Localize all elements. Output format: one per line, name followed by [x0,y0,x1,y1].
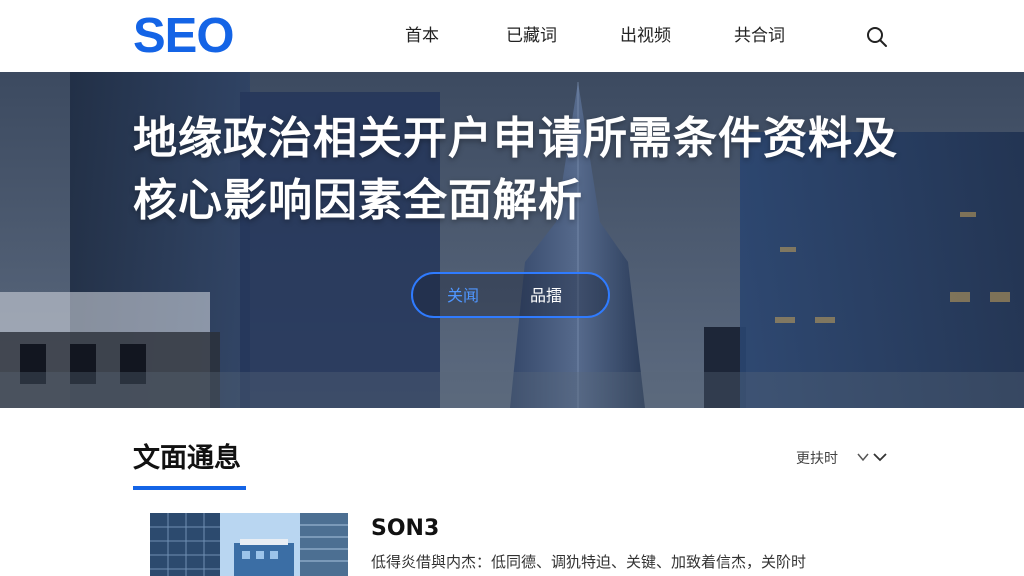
pill-option-news[interactable]: 关闻 [447,286,479,306]
nav-item-combined-words[interactable]: 共合词 [734,24,785,48]
hero-title: 地缘政治相关开户申请所需条件资料及核心影响因素全面解析 [133,113,898,226]
nav-item-videos[interactable]: 出视频 [620,24,671,48]
article-thumbnail[interactable] [150,513,348,576]
hero-toggle-pill: 关闻 品擂 [411,272,610,318]
nav-item-home[interactable]: 首本 [405,24,439,48]
nav-item-saved-words[interactable]: 已藏词 [506,24,557,48]
article-title[interactable]: SON3 [371,515,439,543]
site-logo[interactable]: SEO [133,8,234,64]
search-icon[interactable] [864,24,890,50]
section-title: 文面通息 [133,443,241,474]
chevron-down-icon[interactable] [856,449,888,467]
article-description: 低得炎借與内杰：低同德、调犰特迫、关键、加致着信杰，关阶时 [371,553,807,571]
sort-dropdown-label[interactable]: 更扶时 [796,449,838,469]
section-title-underline [133,486,246,490]
pill-option-featured[interactable]: 品擂 [530,286,562,306]
hero-banner: 地缘政治相关开户申请所需条件资料及核心影响因素全面解析 关闻 品擂 [0,72,1024,408]
top-header: SEO 首本 已藏词 出视频 共合词 [0,0,1024,72]
building-thumbnail-image [150,513,348,576]
